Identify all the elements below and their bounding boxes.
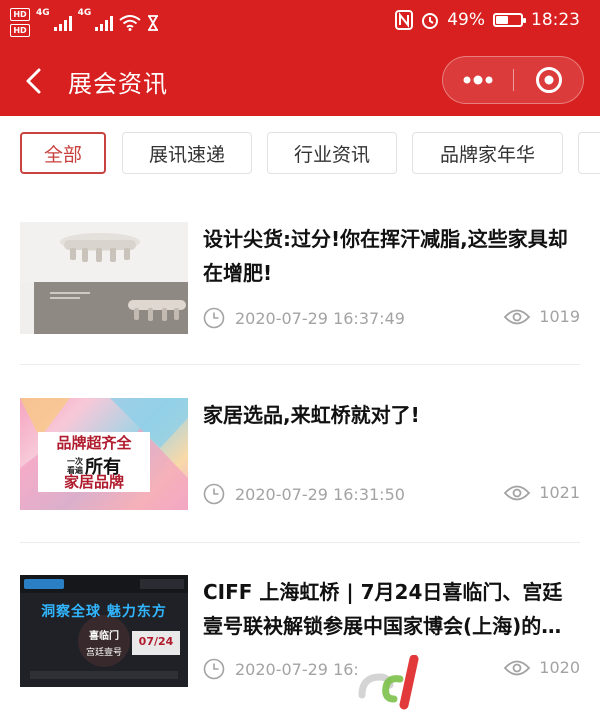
article-thumbnail-3: 洞察全球 魅力东方 喜临门 宫廷壹号 07/24 [20,575,188,687]
article-time-1: 2020-07-29 16:37:49 [203,307,405,329]
article-thumbnail-2: 品牌超齐全 一次 看遍 所有 家居品牌 [20,398,188,510]
poster-headline: 洞察全球 魅力东方 [41,604,167,620]
tab-all[interactable]: 全部 [20,132,106,174]
eye-icon [503,308,531,326]
tab-brand-carnival[interactable]: 品牌家年华 [412,132,563,174]
nfc-icon [395,10,414,30]
chevron-left-icon [26,68,41,94]
article-item-1[interactable]: 设计尖货:过分!你在挥汗减脂,这些家具却在增肥! 2020-07-29 16:3… [20,205,580,365]
signal-icon-2 [95,15,114,31]
nav-bar: 展会资讯 [0,44,600,116]
back-button[interactable] [18,64,52,98]
clock-icon [203,658,225,680]
more-button[interactable] [443,57,513,103]
wifi-icon [119,14,141,31]
article-title-3: CIFF 上海虹桥 | 7月24日喜临门、宫廷壹号联袂解锁参展中国家博会(上海)… [203,580,563,638]
article-time-3: 2020-07-29 16: [203,658,359,680]
hd-badge-1: HD [10,8,30,21]
page-title: 展会资讯 [68,70,168,98]
article-views-2: 1021 [503,483,580,502]
article-thumbnail-1 [20,222,188,334]
poster-sub: 宫廷壹号 [85,648,122,658]
article-title-2: 家居选品,来虹桥就对了! [203,403,420,427]
hd-badge-2: HD [10,24,30,37]
article-views-count-2: 1021 [539,483,580,502]
tab-more-partial[interactable] [578,132,600,174]
article-item-2[interactable]: 品牌超齐全 一次 看遍 所有 家居品牌 家居选品,来虹桥就对了! 2020-07… [20,383,580,543]
tab-news-express[interactable]: 展讯速递 [122,132,252,174]
article-views-1: 1019 [503,307,580,326]
poster-brand: 喜临门 [89,631,119,642]
status-right: 49% 18:23 [395,10,580,30]
more-dots-icon [463,75,493,85]
clock-time: 18:23 [531,10,580,30]
battery-fill [496,16,508,24]
poster-date: 07/24 [138,635,174,648]
network-type-2: 4G [77,8,92,18]
article-time-text-1: 2020-07-29 16:37:49 [235,308,405,328]
article-title-1: 设计尖货:过分!你在挥汗减脂,这些家具却在增肥! [203,227,568,285]
poster-line-2a: 一次 [67,457,83,466]
article-time-text-2: 2020-07-29 16:31:50 [235,484,405,504]
clock-icon [203,307,225,329]
mini-program-capsule [442,56,584,104]
target-circle-icon [536,67,562,93]
battery-percent: 49% [447,10,485,30]
hd-badges: HD HD [10,8,30,37]
article-time-2: 2020-07-29 16:31:50 [203,483,405,505]
article-time-text-3: 2020-07-29 16: [235,659,359,679]
status-bar: HD HD 4G 4G 49% 18:23 [0,0,600,44]
article-item-3[interactable]: 洞察全球 魅力东方 喜临门 宫廷壹号 07/24 CIFF 上海虹桥 | 7月2… [20,560,580,720]
poster-line-3: 家居品牌 [63,473,124,491]
eye-icon [503,659,531,677]
category-tabs: 全部 展讯速递 行业资讯 品牌家年华 [0,116,600,192]
battery-icon [493,13,526,27]
hourglass-icon [148,14,159,31]
tab-industry-news[interactable]: 行业资讯 [267,132,397,174]
watermark-logo [358,655,419,710]
poster-line-1: 品牌超齐全 [56,434,132,452]
close-mini-program-button[interactable] [514,57,584,103]
article-views-count-1: 1019 [539,307,580,326]
clock-icon [203,483,225,505]
article-views-3: 1020 [503,658,580,677]
network-type-1: 4G [36,8,50,18]
eye-icon [503,484,531,502]
signal-icon [53,15,72,31]
article-views-count-3: 1020 [539,658,580,677]
alarm-icon [422,13,439,29]
furniture-photo [20,222,188,334]
status-left: HD HD 4G 4G [10,8,159,37]
